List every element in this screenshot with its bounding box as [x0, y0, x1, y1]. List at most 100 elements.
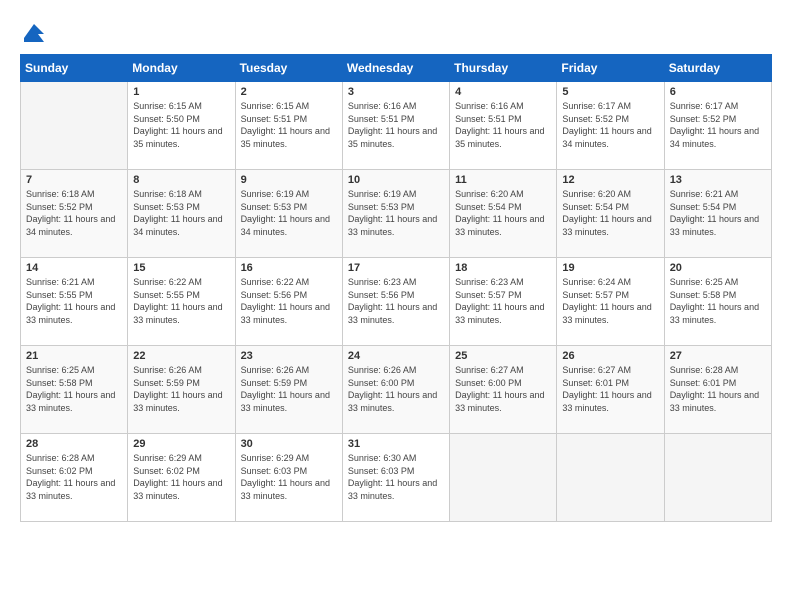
- day-number: 10: [348, 174, 444, 186]
- day-content: Sunrise: 6:19 AMSunset: 5:53 PMDaylight:…: [348, 188, 444, 238]
- day-content: Sunrise: 6:25 AMSunset: 5:58 PMDaylight:…: [26, 364, 122, 414]
- day-number: 24: [348, 350, 444, 362]
- logo: [20, 20, 46, 44]
- day-content: Sunrise: 6:26 AMSunset: 5:59 PMDaylight:…: [133, 364, 229, 414]
- day-content: Sunrise: 6:18 AMSunset: 5:53 PMDaylight:…: [133, 188, 229, 238]
- day-cell: 18Sunrise: 6:23 AMSunset: 5:57 PMDayligh…: [450, 258, 557, 346]
- day-header-monday: Monday: [128, 55, 235, 82]
- day-number: 13: [670, 174, 766, 186]
- day-number: 22: [133, 350, 229, 362]
- day-content: Sunrise: 6:23 AMSunset: 5:56 PMDaylight:…: [348, 276, 444, 326]
- day-content: Sunrise: 6:15 AMSunset: 5:50 PMDaylight:…: [133, 100, 229, 150]
- day-content: Sunrise: 6:21 AMSunset: 5:55 PMDaylight:…: [26, 276, 122, 326]
- day-content: Sunrise: 6:29 AMSunset: 6:02 PMDaylight:…: [133, 452, 229, 502]
- day-number: 11: [455, 174, 551, 186]
- day-number: 18: [455, 262, 551, 274]
- day-content: Sunrise: 6:28 AMSunset: 6:01 PMDaylight:…: [670, 364, 766, 414]
- day-content: Sunrise: 6:15 AMSunset: 5:51 PMDaylight:…: [241, 100, 337, 150]
- day-number: 23: [241, 350, 337, 362]
- header-row: SundayMondayTuesdayWednesdayThursdayFrid…: [21, 55, 772, 82]
- day-content: Sunrise: 6:19 AMSunset: 5:53 PMDaylight:…: [241, 188, 337, 238]
- day-content: Sunrise: 6:29 AMSunset: 6:03 PMDaylight:…: [241, 452, 337, 502]
- day-number: 16: [241, 262, 337, 274]
- day-cell: 25 Sunrise: 6:27 AMSunset: 6:00 PMDayligh…: [450, 346, 557, 434]
- header: [20, 20, 772, 44]
- day-content: Sunrise: 6:22 AMSunset: 5:56 PMDaylight:…: [241, 276, 337, 326]
- day-number: 15: [133, 262, 229, 274]
- day-number: 25: [455, 350, 551, 362]
- day-cell: 14 Sunrise: 6:21 AMSunset: 5:55 PMDayligh…: [21, 258, 128, 346]
- calendar-table: SundayMondayTuesdayWednesdayThursdayFrid…: [20, 54, 772, 522]
- day-cell: 11 Sunrise: 6:20 AMSunset: 5:54 PMDayligh…: [450, 170, 557, 258]
- week-row-4: 28 Sunrise: 6:28 AMSunset: 6:02 PMDayligh…: [21, 434, 772, 522]
- day-content: Sunrise: 6:18 AMSunset: 5:52 PMDaylight:…: [26, 188, 122, 238]
- day-cell: 22 Sunrise: 6:26 AMSunset: 5:59 PMDayligh…: [128, 346, 235, 434]
- day-number: 30: [241, 438, 337, 450]
- day-cell: 8 Sunrise: 6:18 AMSunset: 5:53 PMDaylight…: [128, 170, 235, 258]
- day-content: Sunrise: 6:16 AMSunset: 5:51 PMDaylight:…: [348, 100, 444, 150]
- day-header-friday: Friday: [557, 55, 664, 82]
- day-number: 6: [670, 86, 766, 98]
- day-number: 7: [26, 174, 122, 186]
- day-content: Sunrise: 6:25 AMSunset: 5:58 PMDaylight:…: [670, 276, 766, 326]
- day-header-tuesday: Tuesday: [235, 55, 342, 82]
- day-content: Sunrise: 6:27 AMSunset: 6:01 PMDaylight:…: [562, 364, 658, 414]
- week-row-1: 7 Sunrise: 6:18 AMSunset: 5:52 PMDaylight…: [21, 170, 772, 258]
- day-cell: 29 Sunrise: 6:29 AMSunset: 6:02 PMDayligh…: [128, 434, 235, 522]
- day-content: Sunrise: 6:21 AMSunset: 5:54 PMDaylight:…: [670, 188, 766, 238]
- logo-icon: [22, 20, 46, 44]
- day-header-thursday: Thursday: [450, 55, 557, 82]
- day-number: 2: [241, 86, 337, 98]
- day-content: Sunrise: 6:26 AMSunset: 6:00 PMDaylight:…: [348, 364, 444, 414]
- day-cell: [21, 82, 128, 170]
- day-number: 5: [562, 86, 658, 98]
- day-cell: 15 Sunrise: 6:22 AMSunset: 5:55 PMDayligh…: [128, 258, 235, 346]
- day-cell: 6Sunrise: 6:17 AMSunset: 5:52 PMDaylight…: [664, 82, 771, 170]
- day-cell: 10 Sunrise: 6:19 AMSunset: 5:53 PMDayligh…: [342, 170, 449, 258]
- day-cell: 21 Sunrise: 6:25 AMSunset: 5:58 PMDayligh…: [21, 346, 128, 434]
- week-row-0: 1 Sunrise: 6:15 AMSunset: 5:50 PMDaylight…: [21, 82, 772, 170]
- day-number: 12: [562, 174, 658, 186]
- day-cell: [664, 434, 771, 522]
- day-number: 31: [348, 438, 444, 450]
- day-cell: 16 Sunrise: 6:22 AMSunset: 5:56 PMDayligh…: [235, 258, 342, 346]
- day-cell: 27Sunrise: 6:28 AMSunset: 6:01 PMDayligh…: [664, 346, 771, 434]
- day-cell: 2 Sunrise: 6:15 AMSunset: 5:51 PMDaylight…: [235, 82, 342, 170]
- day-cell: [557, 434, 664, 522]
- day-cell: 7 Sunrise: 6:18 AMSunset: 5:52 PMDaylight…: [21, 170, 128, 258]
- day-number: 9: [241, 174, 337, 186]
- day-number: 28: [26, 438, 122, 450]
- day-content: Sunrise: 6:16 AMSunset: 5:51 PMDaylight:…: [455, 100, 551, 150]
- day-cell: 24 Sunrise: 6:26 AMSunset: 6:00 PMDayligh…: [342, 346, 449, 434]
- day-content: Sunrise: 6:20 AMSunset: 5:54 PMDaylight:…: [455, 188, 551, 238]
- day-header-sunday: Sunday: [21, 55, 128, 82]
- day-number: 3: [348, 86, 444, 98]
- day-cell: 5Sunrise: 6:17 AMSunset: 5:52 PMDaylight…: [557, 82, 664, 170]
- week-row-2: 14 Sunrise: 6:21 AMSunset: 5:55 PMDayligh…: [21, 258, 772, 346]
- day-cell: 17Sunrise: 6:23 AMSunset: 5:56 PMDayligh…: [342, 258, 449, 346]
- day-number: 29: [133, 438, 229, 450]
- day-cell: 28 Sunrise: 6:28 AMSunset: 6:02 PMDayligh…: [21, 434, 128, 522]
- day-content: Sunrise: 6:24 AMSunset: 5:57 PMDaylight:…: [562, 276, 658, 326]
- day-content: Sunrise: 6:28 AMSunset: 6:02 PMDaylight:…: [26, 452, 122, 502]
- day-cell: 1 Sunrise: 6:15 AMSunset: 5:50 PMDaylight…: [128, 82, 235, 170]
- day-cell: 13 Sunrise: 6:21 AMSunset: 5:54 PMDayligh…: [664, 170, 771, 258]
- day-number: 1: [133, 86, 229, 98]
- day-number: 21: [26, 350, 122, 362]
- page: SundayMondayTuesdayWednesdayThursdayFrid…: [0, 0, 792, 612]
- day-cell: 30 Sunrise: 6:29 AMSunset: 6:03 PMDayligh…: [235, 434, 342, 522]
- day-header-saturday: Saturday: [664, 55, 771, 82]
- day-content: Sunrise: 6:27 AMSunset: 6:00 PMDaylight:…: [455, 364, 551, 414]
- day-number: 8: [133, 174, 229, 186]
- day-cell: 20Sunrise: 6:25 AMSunset: 5:58 PMDayligh…: [664, 258, 771, 346]
- day-number: 14: [26, 262, 122, 274]
- day-number: 4: [455, 86, 551, 98]
- day-cell: 4 Sunrise: 6:16 AMSunset: 5:51 PMDaylight…: [450, 82, 557, 170]
- day-content: Sunrise: 6:20 AMSunset: 5:54 PMDaylight:…: [562, 188, 658, 238]
- day-cell: 9 Sunrise: 6:19 AMSunset: 5:53 PMDaylight…: [235, 170, 342, 258]
- day-number: 19: [562, 262, 658, 274]
- day-cell: 19 Sunrise: 6:24 AMSunset: 5:57 PMDayligh…: [557, 258, 664, 346]
- day-cell: 26Sunrise: 6:27 AMSunset: 6:01 PMDayligh…: [557, 346, 664, 434]
- day-content: Sunrise: 6:22 AMSunset: 5:55 PMDaylight:…: [133, 276, 229, 326]
- day-cell: 12 Sunrise: 6:20 AMSunset: 5:54 PMDayligh…: [557, 170, 664, 258]
